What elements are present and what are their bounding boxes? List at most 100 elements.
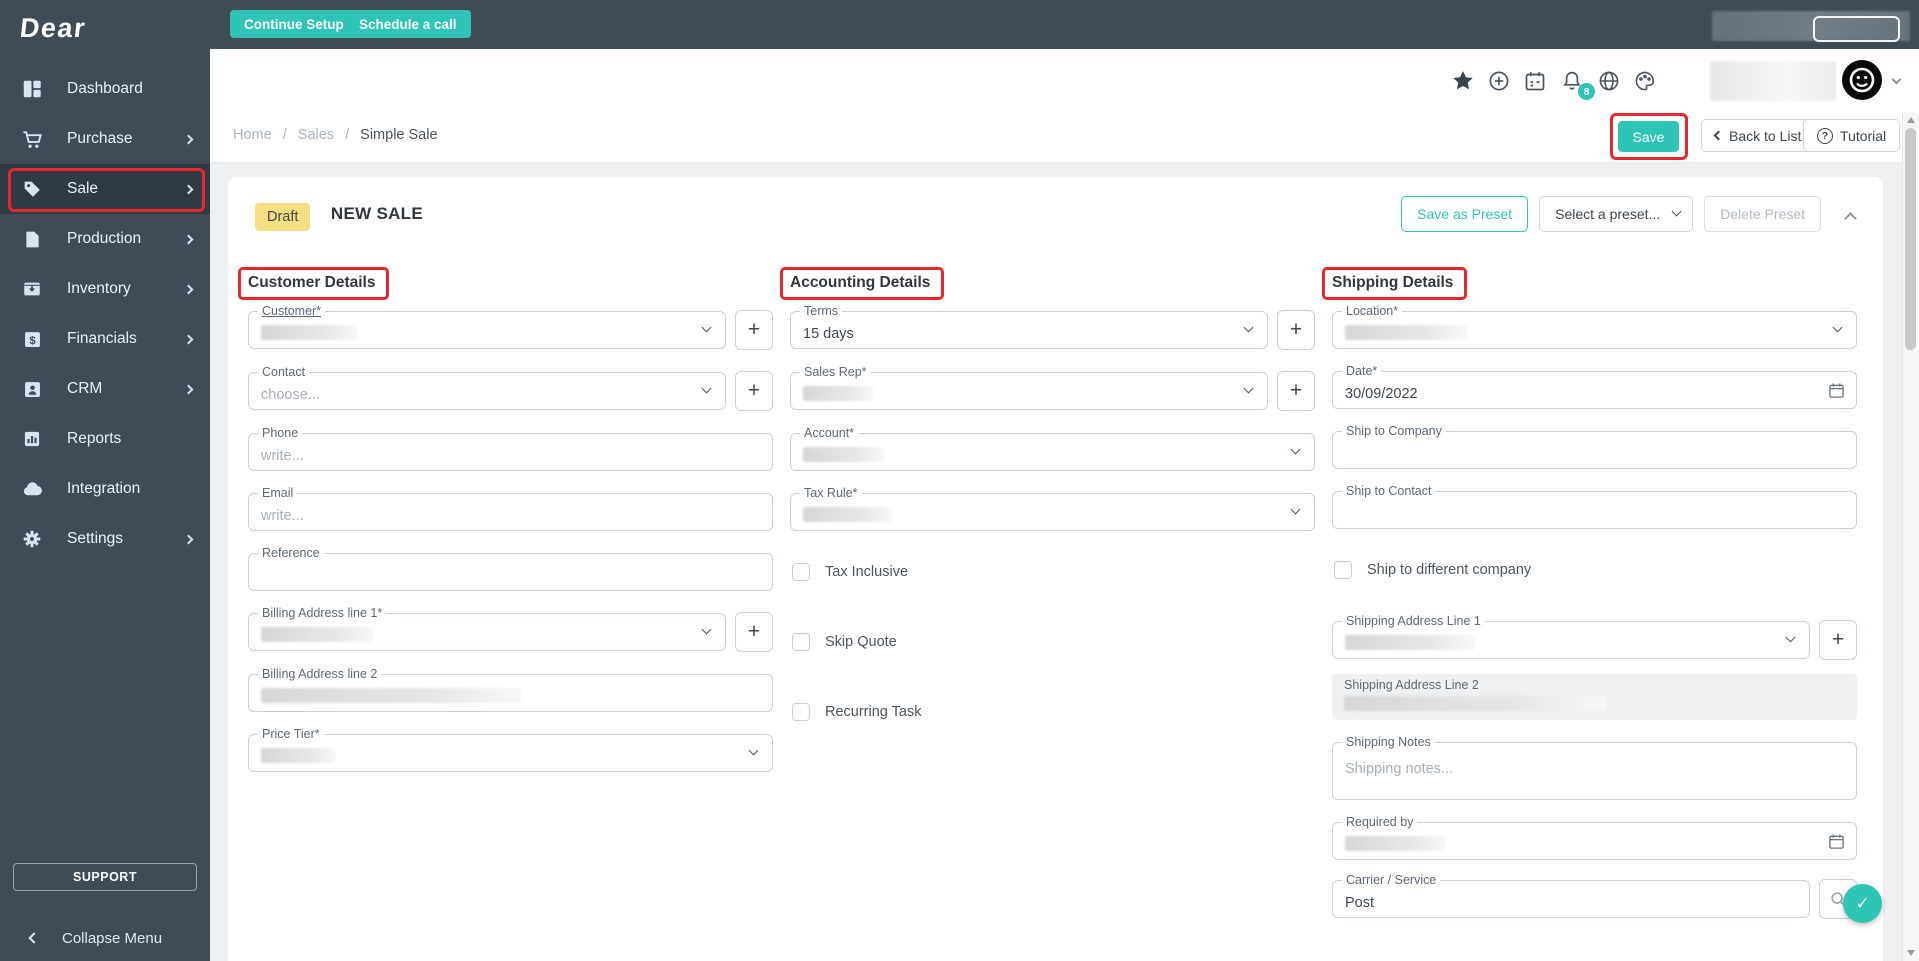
cloud-icon	[20, 477, 44, 501]
carrier-service-field[interactable]: Carrier / Service Post	[1332, 873, 1810, 918]
back-to-list-button[interactable]: Back to List	[1701, 119, 1816, 152]
field-label: Account*	[800, 426, 859, 440]
field-label: Billing Address line 2	[258, 667, 382, 681]
date-field[interactable]: Date* 30/09/2022	[1332, 364, 1857, 409]
chevron-right-icon	[183, 184, 194, 194]
sales-rep-field[interactable]: Sales Rep*	[790, 365, 1268, 410]
location-field[interactable]: Location*	[1332, 304, 1857, 349]
top-bar: Continue Setup Schedule a call	[0, 0, 1919, 49]
email-field[interactable]: Email write...	[248, 486, 773, 531]
sidebar-item-settings[interactable]: Settings	[0, 514, 210, 564]
field-label: Contact	[258, 365, 310, 379]
field-label: Customer*	[258, 304, 326, 318]
sidebar-item-dashboard[interactable]: Dashboard	[0, 64, 210, 114]
billing-address-2-field[interactable]: Billing Address line 2	[248, 667, 773, 712]
field-value: Post	[1345, 895, 1375, 911]
field-placeholder: choose...	[261, 387, 320, 403]
breadcrumb-sales[interactable]: Sales	[298, 127, 334, 143]
skip-quote-checkbox[interactable]	[792, 633, 810, 651]
chevron-down-icon	[1832, 322, 1843, 333]
shipping-notes-field[interactable]: Shipping Notes Shipping notes...	[1332, 735, 1857, 800]
shipping-details-column: Shipping Details Location* Date* 30/09/2…	[1322, 267, 1857, 941]
tax-inclusive-checkbox[interactable]	[792, 563, 810, 581]
support-button[interactable]: SUPPORT	[13, 863, 197, 891]
ship-different-company-checkbox[interactable]	[1334, 561, 1352, 579]
chevron-down-icon	[701, 383, 712, 394]
sidebar-item-reports[interactable]: Reports	[0, 414, 210, 464]
terms-field[interactable]: Terms 15 days	[790, 304, 1268, 349]
shipping-address-2-field: Shipping Address Line 2	[1332, 674, 1857, 720]
price-tier-field[interactable]: Price Tier*	[248, 727, 773, 772]
avatar[interactable]	[1842, 60, 1882, 100]
redacted-value	[803, 386, 873, 401]
scroll-up-arrow[interactable]	[1907, 117, 1915, 123]
add-shipping-address-button[interactable]: +	[1819, 620, 1857, 660]
globe-icon[interactable]	[1598, 70, 1620, 92]
tax-inclusive-checkbox-row[interactable]: Tax Inclusive	[792, 563, 1315, 581]
skip-quote-checkbox-row[interactable]: Skip Quote	[792, 633, 1315, 651]
scroll-down-arrow[interactable]	[1907, 950, 1915, 956]
add-billing-address-button[interactable]: +	[735, 612, 773, 652]
recurring-task-checkbox-row[interactable]: Recurring Task	[792, 703, 1315, 721]
calendar-icon[interactable]	[1828, 833, 1845, 850]
chevron-right-icon	[183, 284, 194, 294]
sidebar-item-label: Financials	[67, 330, 137, 347]
dear-logo[interactable]: Dear	[18, 10, 87, 46]
account-field[interactable]: Account*	[790, 426, 1315, 471]
favorites-star-icon[interactable]	[1452, 70, 1474, 92]
field-placeholder: write...	[261, 448, 304, 464]
contact-field[interactable]: Contact choose...	[248, 365, 726, 410]
schedule-call-button[interactable]: Schedule a call	[345, 10, 471, 38]
save-button[interactable]: Save	[1618, 121, 1679, 152]
shipping-address-1-field[interactable]: Shipping Address Line 1	[1332, 614, 1810, 659]
calendar-icon[interactable]	[1828, 382, 1845, 399]
sidebar-item-crm[interactable]: CRM	[0, 364, 210, 414]
sidebar-item-inventory[interactable]: Inventory	[0, 264, 210, 314]
bar-chart-icon	[20, 427, 44, 451]
chevron-down-icon	[1290, 504, 1301, 515]
tutorial-button[interactable]: ? Tutorial	[1803, 119, 1901, 152]
reference-field[interactable]: Reference	[248, 546, 773, 591]
add-customer-button[interactable]: +	[735, 310, 773, 350]
gear-icon	[20, 527, 44, 551]
quick-add-icon[interactable]	[1488, 70, 1510, 92]
select-preset-dropdown[interactable]: Select a preset...	[1539, 196, 1694, 232]
collapse-menu-label: Collapse Menu	[62, 929, 163, 947]
billing-address-1-field[interactable]: Billing Address line 1*	[248, 606, 726, 651]
file-icon	[20, 227, 44, 251]
floating-confirm-button[interactable]: ✓	[1843, 884, 1882, 923]
ship-to-company-field[interactable]: Ship to Company	[1332, 424, 1857, 469]
tax-rule-field[interactable]: Tax Rule*	[790, 486, 1315, 531]
collapse-section-icon[interactable]	[1844, 211, 1857, 225]
chevron-right-icon	[183, 134, 194, 144]
chevron-down-icon	[1290, 444, 1301, 455]
add-contact-button[interactable]: +	[735, 371, 773, 411]
ship-to-contact-field[interactable]: Ship to Contact	[1332, 484, 1857, 529]
continue-setup-button[interactable]: Continue Setup	[230, 10, 358, 38]
new-sale-card: Draft NEW SALE Save as Preset Select a p…	[228, 177, 1883, 961]
sidebar-item-purchase[interactable]: Purchase	[0, 114, 210, 164]
breadcrumb-home[interactable]: Home	[233, 127, 272, 143]
scrollbar-thumb[interactable]	[1905, 128, 1916, 350]
sidebar-item-sale[interactable]: Sale	[0, 164, 210, 214]
add-sales-rep-button[interactable]: +	[1277, 371, 1315, 411]
theme-palette-icon[interactable]	[1634, 70, 1656, 92]
sidebar-item-production[interactable]: Production	[0, 214, 210, 264]
vertical-scrollbar[interactable]	[1902, 112, 1919, 961]
phone-field[interactable]: Phone write...	[248, 426, 773, 471]
calendar-icon[interactable]	[1524, 70, 1546, 92]
save-as-preset-button[interactable]: Save as Preset	[1401, 196, 1529, 232]
field-placeholder: write...	[261, 508, 304, 524]
field-label: Tax Rule*	[800, 486, 862, 500]
recurring-task-checkbox[interactable]	[792, 703, 810, 721]
add-terms-button[interactable]: +	[1277, 310, 1315, 350]
required-by-field[interactable]: Required by	[1332, 815, 1857, 860]
ship-different-company-checkbox-row[interactable]: Ship to different company	[1334, 561, 1857, 579]
sidebar-item-financials[interactable]: $ Financials	[0, 314, 210, 364]
sidebar-nav: Dashboard Purchase Sale Production Inven…	[0, 64, 210, 564]
sidebar-item-integration[interactable]: Integration	[0, 464, 210, 514]
customer-field[interactable]: Customer*	[248, 304, 726, 349]
breadcrumb-separator: /	[282, 127, 287, 143]
field-label: Phone	[258, 426, 303, 440]
collapse-menu-button[interactable]: Collapse Menu	[0, 918, 210, 958]
